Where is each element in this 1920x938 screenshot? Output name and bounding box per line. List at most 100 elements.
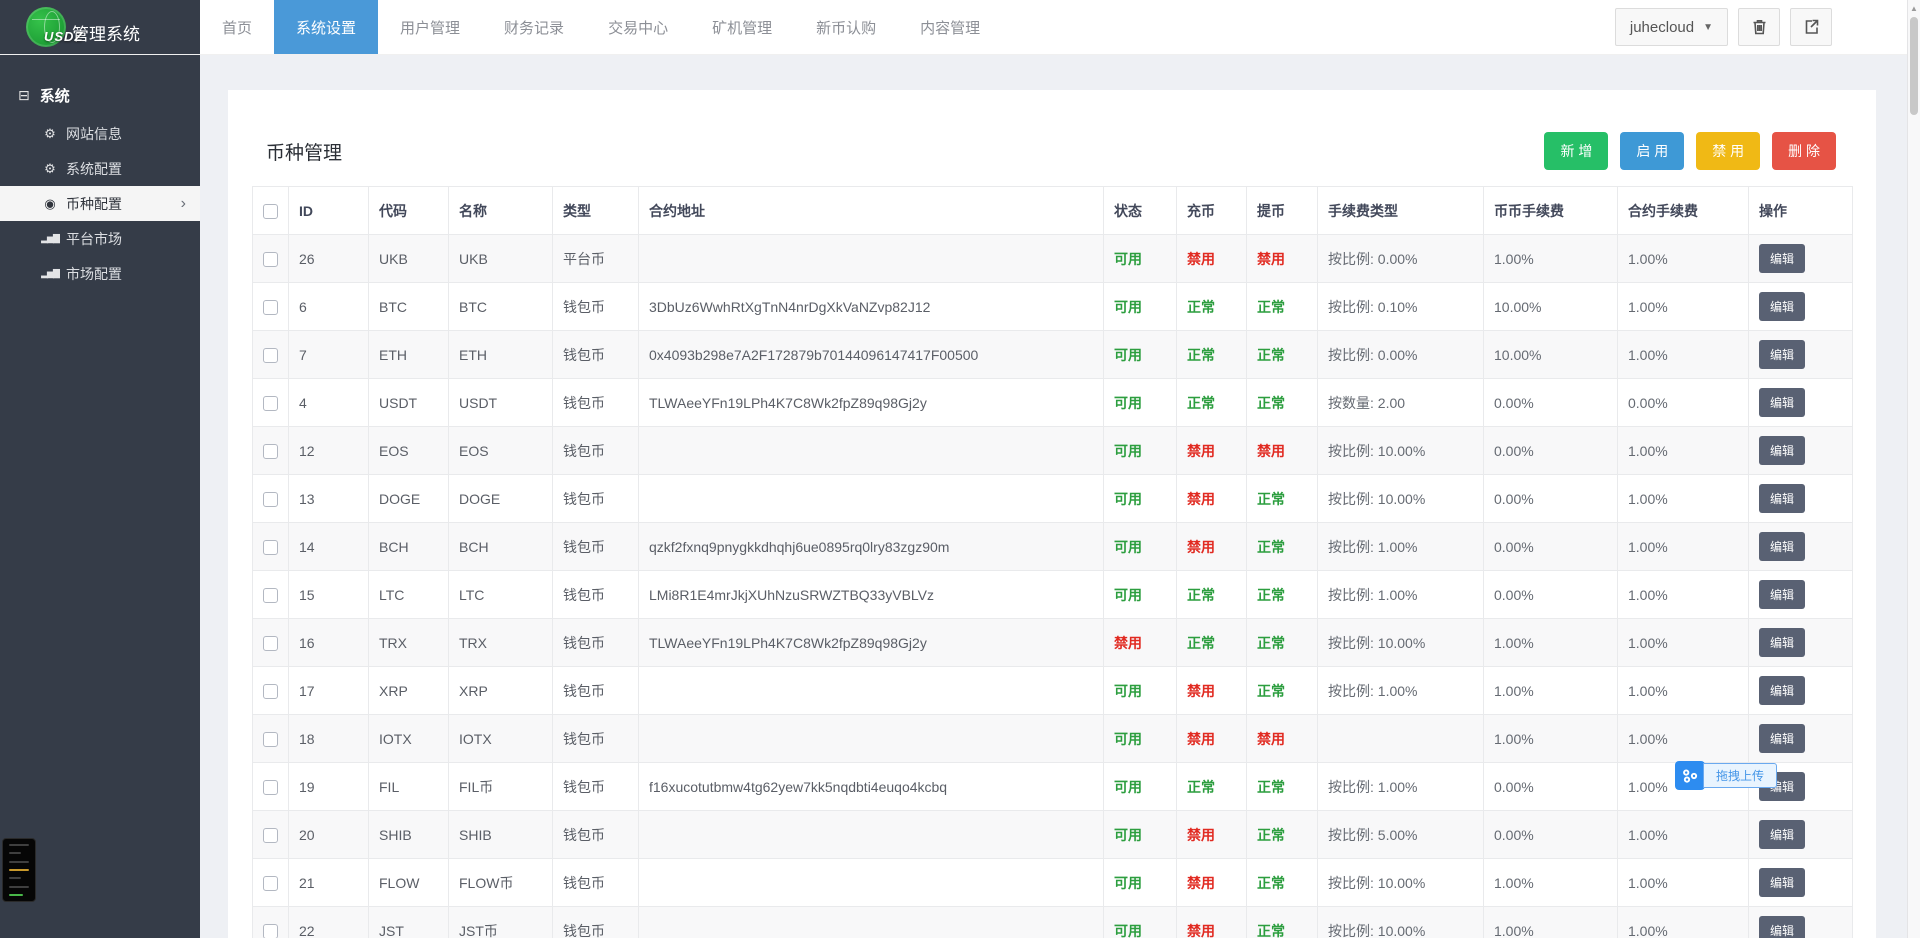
row-checkbox[interactable]	[263, 587, 278, 603]
cell-actions: 编辑	[1748, 666, 1853, 715]
row-checkbox[interactable]	[263, 635, 278, 651]
scrollbar-thumb[interactable]	[1910, 17, 1918, 115]
sidebar-group-label: 系统	[39, 88, 70, 105]
row-checkbox[interactable]	[263, 731, 278, 747]
cell-fee-type: 按比例: 10.00%	[1317, 426, 1484, 475]
cell-code: ETH	[368, 330, 449, 379]
cell-contract-fee: 1.00%	[1617, 474, 1749, 523]
edit-button[interactable]: 编辑	[1759, 436, 1806, 465]
cell-actions: 编辑	[1748, 858, 1853, 907]
cell-id: 19	[288, 762, 369, 811]
trash-button[interactable]	[1738, 8, 1780, 46]
cell-actions: 编辑	[1748, 330, 1853, 379]
table-row: 16 TRX TRX 钱包币 TLWAeeYFn19LPh4K7C8Wk2fpZ89q9…	[252, 618, 1853, 667]
cell-fee-type: 按比例: 10.00%	[1317, 474, 1484, 523]
cell-coin-fee: 0.00%	[1483, 810, 1618, 859]
cell-status: 可用	[1103, 426, 1177, 475]
edit-button[interactable]: 编辑	[1759, 676, 1806, 705]
nav-item-miner-management[interactable]: 矿机管理	[690, 0, 794, 54]
edit-button[interactable]: 编辑	[1759, 580, 1806, 609]
row-checkbox[interactable]	[263, 395, 278, 411]
row-checkbox[interactable]	[263, 923, 278, 938]
row-checkbox[interactable]	[263, 491, 278, 507]
cell-status: 可用	[1103, 378, 1177, 427]
edit-button[interactable]: 编辑	[1759, 244, 1806, 273]
cell-deposit: 禁用	[1176, 426, 1247, 475]
cell-coin-fee: 1.00%	[1483, 906, 1618, 938]
chevron-right-icon: ›	[180, 194, 186, 212]
edit-button[interactable]: 编辑	[1759, 628, 1806, 657]
chevron-down-icon: ▼	[1703, 21, 1713, 33]
row-checkbox[interactable]	[263, 299, 278, 315]
row-checkbox[interactable]	[263, 539, 278, 555]
edit-button[interactable]: 编辑	[1759, 868, 1806, 897]
cell-status: 禁用	[1103, 618, 1177, 667]
sidebar-group-system[interactable]: ⊟ 系统	[0, 85, 200, 106]
cell-fee-type: 按比例: 0.00%	[1317, 234, 1484, 283]
edit-button[interactable]: 编辑	[1759, 484, 1806, 513]
cell-name: ETH	[448, 330, 553, 379]
disable-button[interactable]: 禁 用	[1696, 132, 1761, 170]
edit-button[interactable]: 编辑	[1759, 916, 1806, 938]
edit-button[interactable]: 编辑	[1759, 532, 1806, 561]
column-header: 提币	[1246, 186, 1318, 235]
cell-name: XRP	[448, 666, 553, 715]
cell-actions: 编辑	[1748, 282, 1853, 331]
nav-item-system-settings[interactable]: 系统设置	[274, 0, 379, 54]
row-checkbox-cell	[252, 906, 289, 938]
debug-console-button[interactable]	[2, 838, 36, 902]
cell-deposit: 禁用	[1176, 714, 1247, 763]
row-checkbox[interactable]	[263, 683, 278, 699]
sidebar-item-platform-market[interactable]: ▂▅▇ 平台市场	[0, 221, 200, 256]
row-checkbox[interactable]	[263, 347, 278, 363]
sidebar-item-website-info[interactable]: ⚙ 网站信息	[0, 116, 200, 151]
cell-withdraw: 正常	[1246, 666, 1318, 715]
user-dropdown[interactable]: juhecloud ▼	[1614, 8, 1728, 46]
nav-item-new-coin-subscribe[interactable]: 新币认购	[794, 0, 898, 54]
row-checkbox[interactable]	[263, 827, 278, 843]
vertical-scrollbar[interactable]: ▲	[1907, 0, 1920, 938]
gear-icon: ⚙	[44, 160, 56, 176]
cell-status: 可用	[1103, 810, 1177, 859]
row-checkbox[interactable]	[263, 875, 278, 891]
logout-button[interactable]	[1790, 8, 1832, 46]
column-header: ID	[288, 186, 369, 235]
cell-contract-fee: 1.00%	[1617, 570, 1749, 619]
nav-item-home[interactable]: 首页	[200, 0, 274, 54]
row-checkbox[interactable]	[263, 251, 278, 267]
enable-button[interactable]: 启 用	[1620, 132, 1685, 170]
cell-withdraw: 正常	[1246, 810, 1318, 859]
nav-item-trade-center[interactable]: 交易中心	[586, 0, 690, 54]
add-button[interactable]: 新 增	[1544, 132, 1609, 170]
delete-button[interactable]: 删 除	[1772, 132, 1836, 170]
cell-contract-fee: 1.00%	[1617, 330, 1749, 379]
sidebar-item-market-config[interactable]: ▂▅▇ 市场配置	[0, 256, 200, 291]
edit-button[interactable]: 编辑	[1759, 820, 1806, 849]
edit-button[interactable]: 编辑	[1759, 292, 1806, 321]
cell-fee-type: 按比例: 0.00%	[1317, 330, 1484, 379]
cell-name: TRX	[448, 618, 553, 667]
sidebar-item-coin-config[interactable]: ◉ 币种配置 ›	[0, 186, 200, 221]
nav-item-user-management[interactable]: 用户管理	[378, 0, 482, 54]
cell-name: DOGE	[448, 474, 553, 523]
nav-item-finance-records[interactable]: 财务记录	[482, 0, 586, 54]
nav-item-content-management[interactable]: 内容管理	[898, 0, 1002, 54]
sidebar: ⊟ 系统 ⚙ 网站信息 ⚙ 系统配置 ◉ 币种配置 › ▂▅▇ 平台市场 ▂▅▇ 市场配置	[0, 55, 200, 938]
cell-name: UKB	[448, 234, 553, 283]
row-checkbox[interactable]	[263, 779, 278, 795]
cell-name: BTC	[448, 282, 553, 331]
edit-button[interactable]: 编辑	[1759, 724, 1806, 753]
bar-chart-icon: ▂▅▇	[41, 233, 60, 243]
edit-button[interactable]: 编辑	[1759, 388, 1806, 417]
cell-code: IOTX	[368, 714, 449, 763]
cell-name: IOTX	[448, 714, 553, 763]
select-all-checkbox[interactable]	[263, 203, 278, 219]
row-checkbox[interactable]	[263, 443, 278, 459]
row-checkbox-cell	[252, 282, 289, 331]
scroll-up-arrow-icon[interactable]: ▲	[1908, 0, 1920, 13]
sidebar-item-system-config[interactable]: ⚙ 系统配置	[0, 151, 200, 186]
cell-id: 18	[288, 714, 369, 763]
cell-fee-type: 按比例: 1.00%	[1317, 570, 1484, 619]
edit-button[interactable]: 编辑	[1759, 340, 1806, 369]
cell-fee-type: 按比例: 10.00%	[1317, 858, 1484, 907]
